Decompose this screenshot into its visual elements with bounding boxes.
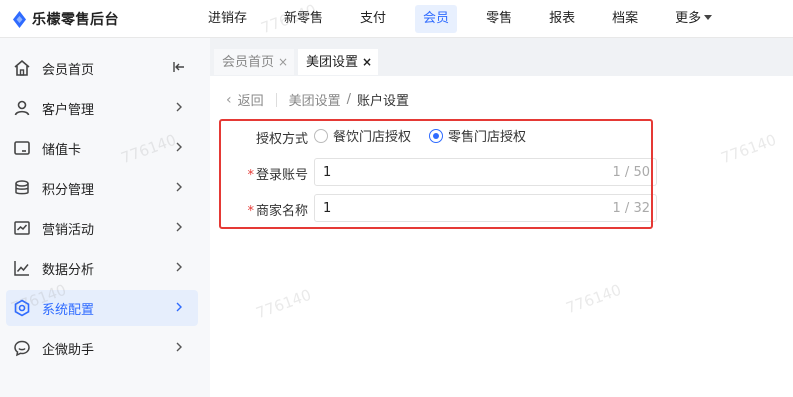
nav-item-inventory[interactable]: 进销存 (200, 5, 255, 33)
breadcrumb-current: 账户设置 (357, 94, 410, 109)
close-icon[interactable]: × (278, 55, 288, 69)
card-icon (14, 141, 30, 155)
collapse-left-icon[interactable] (172, 60, 186, 74)
nav-item-payment[interactable]: 支付 (352, 5, 394, 33)
home-icon (14, 59, 30, 76)
nav-item-retail[interactable]: 零售 (478, 5, 520, 33)
coins-icon (15, 180, 29, 195)
chart-board-icon (14, 221, 30, 235)
chevron-right-icon (176, 342, 182, 352)
chevron-left-icon: ‹ (226, 91, 232, 108)
sidebar-item-system-config[interactable]: 系统配置 (0, 288, 210, 328)
nav-item-more[interactable]: 更多 (667, 5, 720, 33)
nav-item-member[interactable]: 会员 (415, 5, 458, 33)
close-icon[interactable]: × (362, 55, 372, 69)
breadcrumb-parent[interactable]: 美团设置 (289, 90, 341, 109)
page-tabs: 会员首页 × 美团设置 × (210, 38, 793, 76)
user-icon (14, 100, 30, 116)
highlight-box (219, 119, 653, 229)
caret-down-icon (704, 15, 713, 20)
chevron-right-icon (176, 102, 182, 112)
sidebar-item-stored-card[interactable]: 储值卡 (0, 128, 210, 168)
sidebar-item-customer[interactable]: 客户管理 (0, 88, 210, 128)
breadcrumb: ‹ 返回 美团设置 / 账户设置 (226, 90, 410, 110)
active-highlight (6, 290, 198, 326)
sidebar-item-member-home[interactable]: 会员首页 (0, 48, 210, 88)
tab-meituan-settings[interactable]: 美团设置 × (298, 49, 379, 75)
sidebar: 会员首页 客户管理 储值卡 积分管理 营销活动 数据分析 系统配置 企微助手 (0, 38, 210, 397)
logo-icon (13, 10, 26, 28)
back-button[interactable]: ‹ 返回 (226, 90, 264, 110)
chevron-right-icon (176, 222, 182, 232)
nav-item-new-retail[interactable]: 新零售 (276, 5, 331, 33)
chat-bubble-icon (14, 340, 30, 357)
chevron-right-icon (176, 262, 182, 272)
tab-member-home[interactable]: 会员首页 × (214, 49, 295, 75)
hexagon-gear-icon (14, 299, 30, 317)
sidebar-item-analytics[interactable]: 数据分析 (0, 248, 210, 288)
logo[interactable]: 乐檬零售后台 (12, 9, 119, 29)
nav-item-reports[interactable]: 报表 (541, 5, 583, 33)
main-content: ‹ 返回 美团设置 / 账户设置 授权方式 餐饮门店授权 零售门店授权 * 登录账号… (210, 76, 793, 397)
sidebar-item-wecom-assistant[interactable]: 企微助手 (0, 328, 210, 368)
chevron-right-icon (176, 142, 182, 152)
top-navbar: 乐檬零售后台 进销存 新零售 支付 会员 零售 报表 档案 更多 (0, 0, 793, 38)
logo-text: 乐檬零售后台 (32, 12, 119, 28)
nav-item-archives[interactable]: 档案 (604, 5, 646, 33)
breadcrumb-separator: / (346, 92, 352, 107)
main-nav: 进销存 新零售 支付 会员 零售 报表 档案 更多 (200, 0, 741, 38)
divider (275, 92, 277, 107)
sidebar-item-points[interactable]: 积分管理 (0, 168, 210, 208)
sidebar-item-marketing[interactable]: 营销活动 (0, 208, 210, 248)
chevron-right-icon (176, 182, 182, 192)
trend-icon (14, 261, 29, 276)
chevron-right-icon (176, 302, 182, 312)
